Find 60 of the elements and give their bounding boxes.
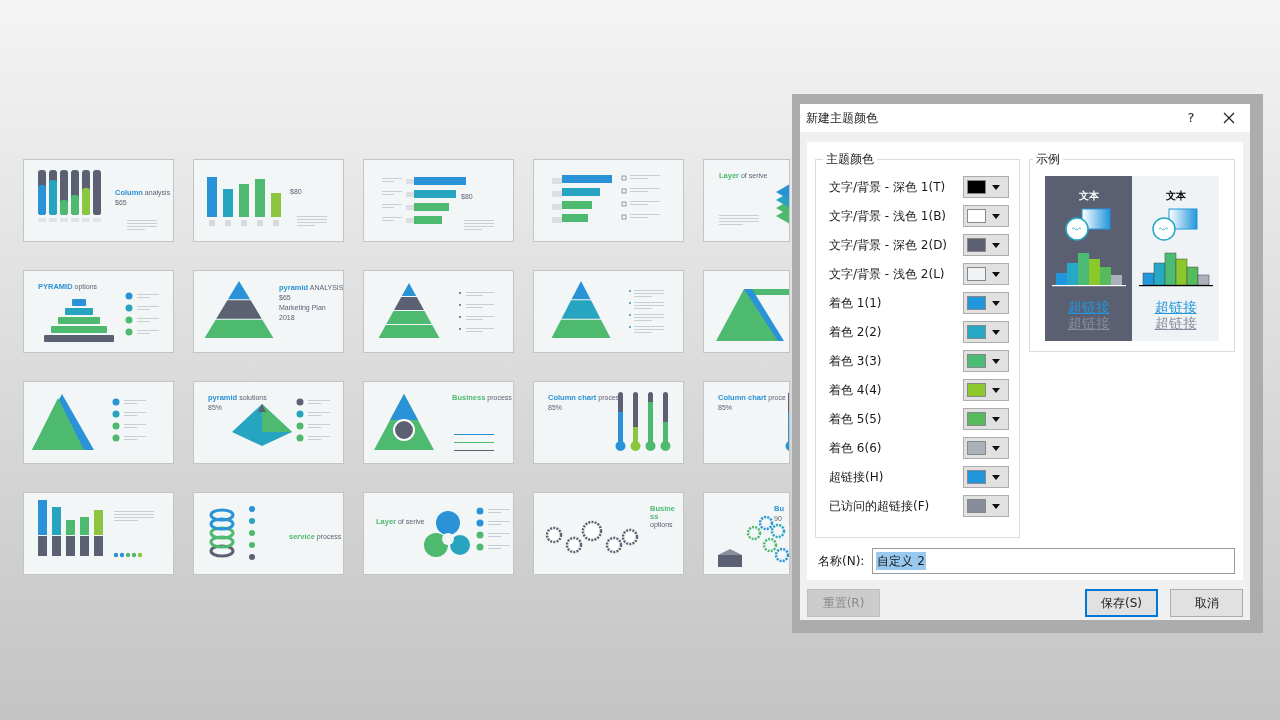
preview-heading: 文本: [1165, 189, 1186, 203]
shapes-icon: [1063, 207, 1114, 243]
window-title: 新建主题颜色: [806, 110, 879, 127]
caret-icon: [992, 358, 1000, 364]
color-label: 已访问的超链接(F): [829, 498, 930, 515]
slide-thumbnail[interactable]: [533, 270, 684, 353]
caret-icon: [992, 503, 1000, 509]
group-title: 示例: [1035, 151, 1061, 168]
name-label: 名称(N):: [818, 553, 865, 570]
color-label: 文字/背景 - 深色 1(T): [829, 179, 946, 196]
slide-drawing: [204, 281, 274, 338]
color-picker-button[interactable]: [963, 234, 1009, 256]
color-picker-button[interactable]: [963, 292, 1009, 314]
caret-icon: [992, 271, 1000, 277]
color-label: 文字/背景 - 深色 2(D): [829, 237, 948, 254]
color-label: 着色 2(2): [829, 324, 882, 341]
caret-icon: [992, 300, 1000, 306]
caret-icon: [992, 416, 1000, 422]
color-picker-button[interactable]: [963, 408, 1009, 430]
slide-drawing: [718, 515, 789, 567]
color-picker-button[interactable]: [963, 176, 1009, 198]
slide-drawing: [209, 506, 255, 560]
slide-thumbnail[interactable]: [23, 492, 174, 575]
name-field[interactable]: 自定义 2: [872, 548, 1235, 574]
histogram-icon: [1051, 251, 1126, 287]
color-picker-button[interactable]: [963, 263, 1009, 285]
color-label: 着色 1(1): [829, 295, 882, 312]
color-picker-button[interactable]: [963, 379, 1009, 401]
help-button[interactable]: ?: [1179, 108, 1203, 128]
slide-thumbnail[interactable]: [533, 159, 684, 242]
caret-icon: [992, 242, 1000, 248]
color-picker-button[interactable]: [963, 350, 1009, 372]
caret-icon: [992, 474, 1000, 480]
slide-thumbnail[interactable]: [23, 381, 174, 464]
close-icon[interactable]: [1223, 112, 1235, 124]
color-label: 着色 3(3): [829, 353, 882, 370]
caret-icon: [992, 184, 1000, 190]
color-label: 着色 5(5): [829, 411, 882, 428]
caret-icon: [992, 445, 1000, 451]
color-picker-button[interactable]: [963, 495, 1009, 517]
color-picker-button[interactable]: [963, 321, 1009, 343]
slide-thumbnail[interactable]: [703, 270, 790, 353]
histogram-icon: [1138, 251, 1213, 287]
slide-thumbnail[interactable]: [363, 270, 514, 353]
color-picker-button[interactable]: [963, 205, 1009, 227]
color-picker-button[interactable]: [963, 437, 1009, 459]
color-label: 文字/背景 - 浅色 2(L): [829, 266, 945, 283]
dialog-button[interactable]: 保存(S): [1085, 589, 1158, 617]
caret-icon: [992, 213, 1000, 219]
group-title: 主题颜色: [825, 151, 875, 168]
color-picker-button[interactable]: [963, 466, 1009, 488]
color-label: 着色 6(6): [829, 440, 882, 457]
dialog-button[interactable]: 取消: [1170, 589, 1243, 617]
color-label: 着色 4(4): [829, 382, 882, 399]
caret-icon: [992, 387, 1000, 393]
shapes-icon: [1150, 207, 1201, 243]
caret-icon: [992, 329, 1000, 335]
color-label: 文字/背景 - 浅色 1(B): [829, 208, 947, 225]
preview-heading: 文本: [1078, 189, 1099, 203]
color-label: 超链接(H): [829, 469, 884, 486]
